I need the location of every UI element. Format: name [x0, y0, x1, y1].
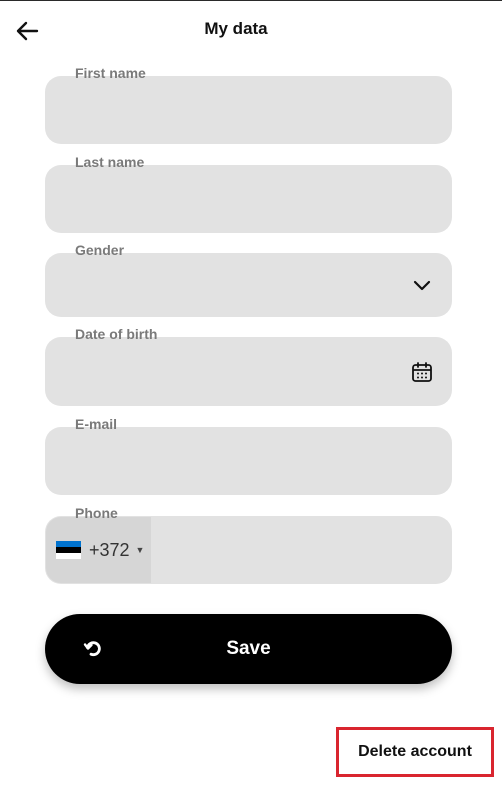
phone-label: Phone — [75, 505, 118, 521]
calendar-icon[interactable] — [410, 360, 434, 384]
first-name-label: First name — [75, 65, 146, 81]
email-input[interactable] — [75, 449, 419, 487]
save-button[interactable]: Save — [45, 614, 452, 684]
save-label: Save — [226, 638, 271, 659]
date-of-birth-field[interactable] — [45, 337, 452, 406]
phone-field[interactable]: +372 ▼ — [45, 516, 452, 584]
estonia-flag-icon — [56, 541, 81, 559]
delete-account-highlight: Delete account — [336, 727, 494, 777]
page-title: My data — [204, 19, 268, 38]
email-label: E-mail — [75, 416, 118, 432]
chevron-down-icon — [410, 273, 434, 297]
gender-label: Gender — [75, 242, 125, 258]
dial-code: +372 — [89, 539, 130, 560]
date-of-birth-label: Date of birth — [75, 326, 158, 342]
delete-account-link[interactable]: Delete account — [339, 730, 491, 774]
email-field[interactable] — [45, 427, 452, 495]
header: My data — [0, 0, 502, 60]
phone-input[interactable] — [165, 532, 439, 570]
gender-select[interactable] — [45, 253, 452, 317]
first-name-field[interactable] — [45, 76, 452, 144]
country-code-selector[interactable]: +372 ▼ — [46, 517, 151, 583]
caret-down-icon: ▼ — [135, 545, 145, 555]
last-name-input[interactable] — [75, 187, 419, 225]
last-name-field[interactable] — [45, 165, 452, 233]
last-name-label: Last name — [75, 154, 145, 170]
first-name-input[interactable] — [75, 98, 419, 136]
